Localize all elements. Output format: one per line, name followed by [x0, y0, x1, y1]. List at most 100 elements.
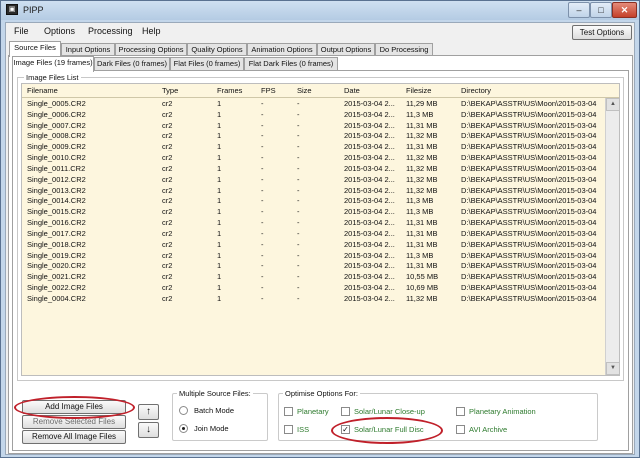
avi-archive-label[interactable]: AVI Archive [469, 425, 507, 434]
table-row[interactable]: Single_0007.CR2 cr2 1 - - 2015-03-04 2... 11,3… [22, 120, 619, 132]
cell-fps: - [261, 131, 264, 141]
cell-filename: Single_0007.CR2 [27, 120, 86, 130]
table-row[interactable]: Single_0020.CR2 cr2 1 - - 2015-03-04 2... 11,3… [22, 261, 619, 272]
app-window: ▣ PIPP – □ ✕ File Options Processing Hel… [0, 0, 640, 458]
table-row[interactable]: Single_0016.CR2 cr2 1 - - 2015-03-04 2... 11,3… [22, 218, 619, 229]
table-row[interactable]: Single_0011.CR2 cr2 1 - - 2015-03-04 2... 11,3… [22, 164, 619, 175]
iss-checkbox[interactable] [284, 425, 293, 434]
col-header-date[interactable]: Date [344, 85, 360, 97]
menu-file[interactable]: File [14, 26, 29, 36]
table-row[interactable]: Single_0005.CR2 cr2 1 - - 2015-03-04 2... 11,2… [22, 99, 619, 110]
table-row[interactable]: Single_0006.CR2 cr2 1 - - 2015-03-04 2... 11,3… [22, 109, 619, 121]
col-header-filename[interactable]: Filename [27, 85, 58, 97]
cell-size: - [297, 272, 300, 282]
table-row[interactable]: Single_0012.CR2 cr2 1 - - 2015-03-04 2... 11,3… [22, 174, 619, 186]
planetary-animation-label[interactable]: Planetary Animation [469, 407, 536, 416]
cell-date: 2015-03-04 2... [344, 207, 395, 217]
cell-type: cr2 [162, 250, 173, 260]
maximize-button[interactable]: □ [590, 2, 612, 18]
col-header-fps[interactable]: FPS [261, 85, 276, 97]
cell-size: - [297, 239, 300, 249]
cell-fps: - [261, 261, 264, 271]
col-header-size[interactable]: Size [297, 85, 312, 97]
cell-type: cr2 [162, 174, 173, 184]
table-row[interactable]: Single_0009.CR2 cr2 1 - - 2015-03-04 2... 11,3… [22, 142, 619, 153]
image-files-list-label: Image Files List [24, 73, 81, 82]
menu-bar: File Options Processing Help Test Option… [6, 23, 634, 40]
cell-size: - [297, 142, 300, 152]
menu-options[interactable]: Options [44, 26, 75, 36]
cell-filename: Single_0015.CR2 [27, 207, 86, 217]
title-bar[interactable]: ▣ PIPP – □ ✕ [1, 1, 639, 20]
cell-size: - [297, 109, 300, 119]
table-row[interactable]: Single_0014.CR2 cr2 1 - - 2015-03-04 2... 11,3… [22, 196, 619, 207]
cell-filesize: 11,3 MB [406, 207, 434, 217]
subtab-flat-dark-files[interactable]: Flat Dark Files (0 frames) [244, 57, 338, 71]
remove-all-image-files-button[interactable]: Remove All Image Files [22, 430, 126, 444]
cell-type: cr2 [162, 283, 173, 293]
image-files-table[interactable]: Filename Type Frames FPS Size Date Files… [21, 83, 620, 376]
cell-type: cr2 [162, 99, 173, 108]
join-mode-radio[interactable] [179, 424, 188, 433]
cell-filesize: 11,31 MB [406, 261, 438, 271]
move-up-button[interactable]: ↑ [138, 404, 159, 420]
join-mode-label[interactable]: Join Mode [194, 424, 229, 433]
close-button[interactable]: ✕ [612, 2, 637, 18]
cell-filename: Single_0012.CR2 [27, 174, 86, 184]
vertical-scrollbar[interactable]: ▲ ▼ [605, 98, 619, 375]
table-row[interactable]: Single_0018.CR2 cr2 1 - - 2015-03-04 2... 11,3… [22, 239, 619, 251]
cell-directory: D:\BEKAP\ASSTR\US\Moon\2015-03-04 [461, 239, 597, 249]
test-options-button[interactable]: Test Options [572, 25, 632, 40]
table-row[interactable]: Single_0013.CR2 cr2 1 - - 2015-03-04 2... 11,3… [22, 185, 619, 197]
table-row[interactable]: Single_0015.CR2 cr2 1 - - 2015-03-04 2... 11,3… [22, 207, 619, 218]
col-header-directory[interactable]: Directory [461, 85, 491, 97]
subtab-flat-files[interactable]: Flat Files (0 frames) [170, 57, 244, 71]
table-row[interactable]: Single_0010.CR2 cr2 1 - - 2015-03-04 2... 11,3… [22, 153, 619, 164]
cell-type: cr2 [162, 185, 173, 195]
minimize-button[interactable]: – [568, 2, 590, 18]
table-row[interactable]: Single_0022.CR2 cr2 1 - - 2015-03-04 2... 10,6… [22, 283, 619, 294]
cell-directory: D:\BEKAP\ASSTR\US\Moon\2015-03-04 [461, 293, 597, 303]
cell-frames: 1 [217, 272, 222, 282]
avi-archive-checkbox[interactable] [456, 425, 465, 434]
cell-date: 2015-03-04 2... [344, 250, 395, 260]
tab-source-files[interactable]: Source Files [9, 41, 61, 57]
iss-label[interactable]: ISS [297, 425, 309, 434]
cell-filesize: 11,32 MB [406, 153, 438, 163]
cell-directory: D:\BEKAP\ASSTR\US\Moon\2015-03-04 [461, 207, 597, 217]
planetary-animation-checkbox[interactable] [456, 407, 465, 416]
col-header-frames[interactable]: Frames [217, 85, 242, 97]
lunar-closeup-label[interactable]: Solar/Lunar Close-up [354, 407, 425, 416]
table-row[interactable]: Single_0008.CR2 cr2 1 - - 2015-03-04 2... 11,3… [22, 131, 619, 142]
cell-fps: - [261, 207, 264, 217]
cell-frames: 1 [217, 109, 222, 119]
table-row[interactable]: Single_0017.CR2 cr2 1 - - 2015-03-04 2... 11,3… [22, 228, 619, 240]
scroll-down-icon[interactable]: ▼ [606, 362, 619, 375]
cell-date: 2015-03-04 2... [344, 239, 395, 249]
cell-frames: 1 [217, 185, 222, 195]
menu-help[interactable]: Help [142, 26, 161, 36]
subtab-image-files[interactable]: Image Files (19 frames) [12, 56, 94, 72]
move-down-button[interactable]: ↓ [138, 422, 159, 438]
planetary-checkbox[interactable] [284, 407, 293, 416]
cell-filename: Single_0013.CR2 [27, 185, 86, 195]
subtab-dark-files[interactable]: Dark Files (0 frames) [94, 57, 170, 71]
cell-size: - [297, 218, 300, 228]
table-row[interactable]: Single_0021.CR2 cr2 1 - - 2015-03-04 2... 10,5… [22, 272, 619, 283]
cell-frames: 1 [217, 283, 222, 293]
scroll-up-icon[interactable]: ▲ [606, 98, 619, 111]
lunar-closeup-checkbox[interactable] [341, 407, 350, 416]
cell-fps: - [261, 185, 264, 195]
planetary-label[interactable]: Planetary [297, 407, 329, 416]
col-header-type[interactable]: Type [162, 85, 178, 97]
cell-date: 2015-03-04 2... [344, 185, 395, 195]
cell-directory: D:\BEKAP\ASSTR\US\Moon\2015-03-04 [461, 120, 597, 130]
menu-processing[interactable]: Processing [88, 26, 133, 36]
cell-fps: - [261, 228, 264, 238]
batch-mode-radio[interactable] [179, 406, 188, 415]
batch-mode-label[interactable]: Batch Mode [194, 406, 234, 415]
col-header-filesize[interactable]: Filesize [406, 85, 431, 97]
highlight-oval-full-disc [331, 417, 443, 444]
table-row[interactable]: Single_0019.CR2 cr2 1 - - 2015-03-04 2... 11,3… [22, 250, 619, 262]
table-row[interactable]: Single_0004.CR2 cr2 1 - - 2015-03-04 2... 11,3… [22, 293, 619, 305]
